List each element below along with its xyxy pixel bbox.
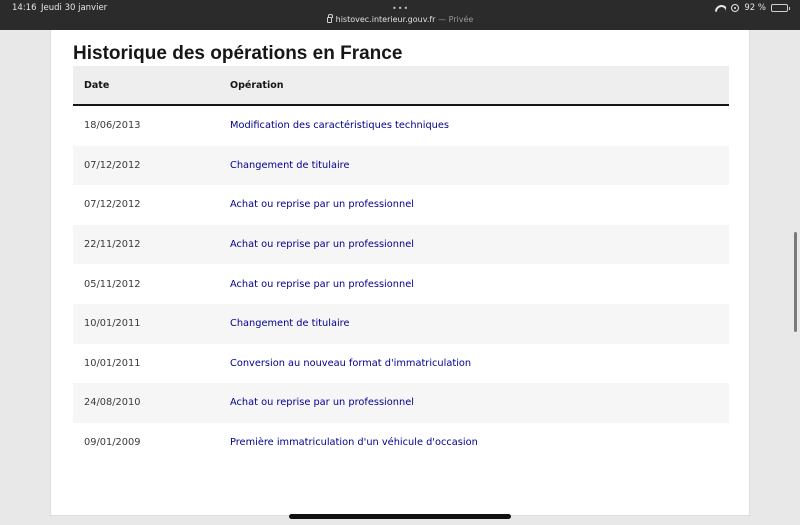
operation-link[interactable]: Conversion au nouveau format d'immatricu… xyxy=(230,358,729,369)
operations-table: Date Opération 18/06/2013 Modification d… xyxy=(73,66,729,462)
table-row: 07/12/2012 Achat ou reprise par un profe… xyxy=(73,185,729,225)
scrollbar[interactable] xyxy=(794,232,797,332)
operation-link[interactable]: Achat ou reprise par un professionnel xyxy=(230,199,729,210)
operation-link[interactable]: Modification des caractéristiques techni… xyxy=(230,120,729,131)
content-card: Historique des opérations en France Date… xyxy=(50,30,750,516)
row-date: 07/12/2012 xyxy=(84,159,141,171)
operation-link[interactable]: Achat ou reprise par un professionnel xyxy=(230,397,729,408)
status-date: Jeudi 30 janvier xyxy=(41,3,108,13)
orientation-lock-icon xyxy=(731,4,740,12)
row-date: 24/08/2010 xyxy=(84,397,141,409)
battery-percent: 92 % xyxy=(744,3,766,13)
operation-link[interactable]: Achat ou reprise par un professionnel xyxy=(230,239,729,250)
table-row: 10/01/2011 Conversion au nouveau format … xyxy=(73,344,729,384)
table-row: 10/01/2011 Changement de titulaire xyxy=(73,303,729,344)
header-operation: Opération xyxy=(230,79,284,91)
header-date: Date xyxy=(84,79,110,91)
row-date: 18/06/2013 xyxy=(84,120,141,132)
operation-link[interactable]: Achat ou reprise par un professionnel xyxy=(230,279,729,290)
row-date: 10/01/2011 xyxy=(84,357,141,369)
wifi-icon xyxy=(715,4,726,13)
table-row: 24/08/2010 Achat ou reprise par un profe… xyxy=(73,383,729,423)
table-row: 22/11/2012 Achat ou reprise par un profe… xyxy=(73,224,729,265)
more-dots-icon[interactable]: ••• xyxy=(392,4,409,13)
row-date: 22/11/2012 xyxy=(84,239,141,251)
table-row: 09/01/2009 Première immatriculation d'un… xyxy=(73,423,729,463)
table-row: 07/12/2012 Changement de titulaire xyxy=(73,145,729,186)
row-date: 10/01/2011 xyxy=(84,318,141,330)
row-date: 09/01/2009 xyxy=(84,437,141,449)
table-header: Date Opération xyxy=(73,66,729,106)
private-label: — Privée xyxy=(438,15,474,24)
address-bar[interactable]: histovec.interieur.gouv.fr — Privée xyxy=(0,14,800,24)
status-icons: 92 % xyxy=(715,3,790,13)
operation-link[interactable]: Première immatriculation d'un véhicule d… xyxy=(230,437,729,448)
table-row: 05/11/2012 Achat ou reprise par un profe… xyxy=(73,264,729,304)
page-title: Historique des opérations en France xyxy=(73,43,403,64)
battery-icon xyxy=(771,4,790,12)
table-row: 18/06/2013 Modification des caractéristi… xyxy=(73,106,729,146)
operation-link[interactable]: Changement de titulaire xyxy=(230,160,729,171)
operation-link[interactable]: Changement de titulaire xyxy=(230,318,729,329)
table-body: 18/06/2013 Modification des caractéristi… xyxy=(73,106,729,462)
home-indicator[interactable] xyxy=(289,514,511,519)
lock-icon xyxy=(326,14,333,23)
url-text: histovec.interieur.gouv.fr xyxy=(335,15,436,24)
status-bar: 14:16 Jeudi 30 janvier ••• histovec.inte… xyxy=(0,0,800,30)
status-time: 14:16 xyxy=(12,3,37,13)
row-date: 07/12/2012 xyxy=(84,199,141,211)
row-date: 05/11/2012 xyxy=(84,278,141,290)
